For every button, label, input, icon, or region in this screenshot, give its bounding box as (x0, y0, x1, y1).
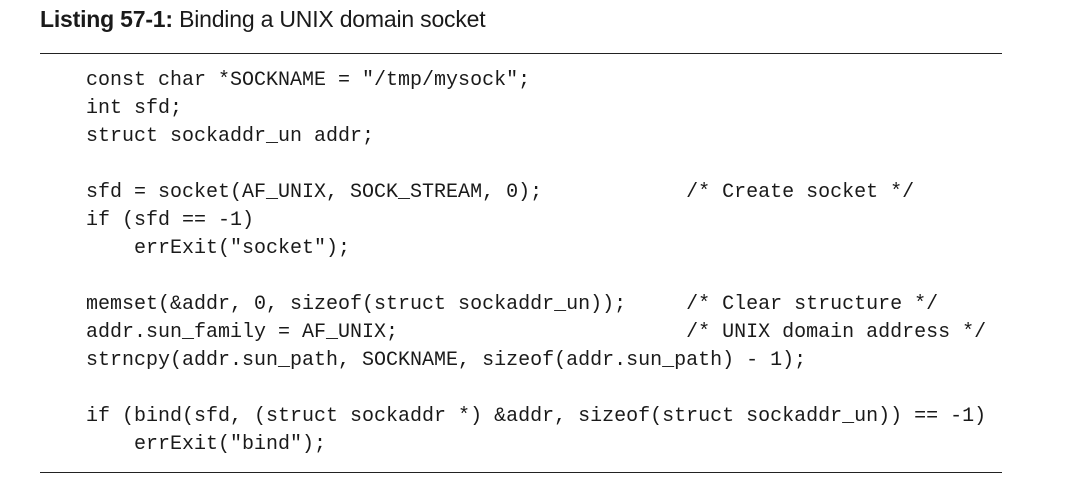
code-line: if (sfd == -1) (86, 209, 255, 232)
code-line: strncpy(addr.sun_path, SOCKNAME, sizeof(… (86, 349, 807, 372)
code-line: errExit("socket"); (86, 237, 351, 260)
bottom-rule (40, 472, 1002, 473)
code-line: if (bind(sfd, (struct sockaddr *) &addr,… (86, 405, 987, 428)
code-line: sfd = socket(AF_UNIX, SOCK_STREAM, 0); /… (86, 181, 915, 204)
code-listing: const char *SOCKNAME = "/tmp/mysock"; int… (86, 67, 986, 459)
code-line: int sfd; (86, 97, 183, 120)
code-line: memset(&addr, 0, sizeof(struct sockaddr_… (86, 293, 939, 316)
top-rule (40, 53, 1002, 54)
listing-label: Listing 57-1: (40, 6, 173, 32)
code-line: addr.sun_family = AF_UNIX; /* UNIX domai… (86, 321, 987, 344)
listing-title: Binding a UNIX domain socket (179, 6, 486, 32)
listing-caption: Listing 57-1: Binding a UNIX domain sock… (40, 6, 486, 33)
code-line: const char *SOCKNAME = "/tmp/mysock"; (86, 69, 531, 92)
code-line: struct sockaddr_un addr; (86, 125, 375, 148)
code-line: errExit("bind"); (86, 433, 327, 456)
